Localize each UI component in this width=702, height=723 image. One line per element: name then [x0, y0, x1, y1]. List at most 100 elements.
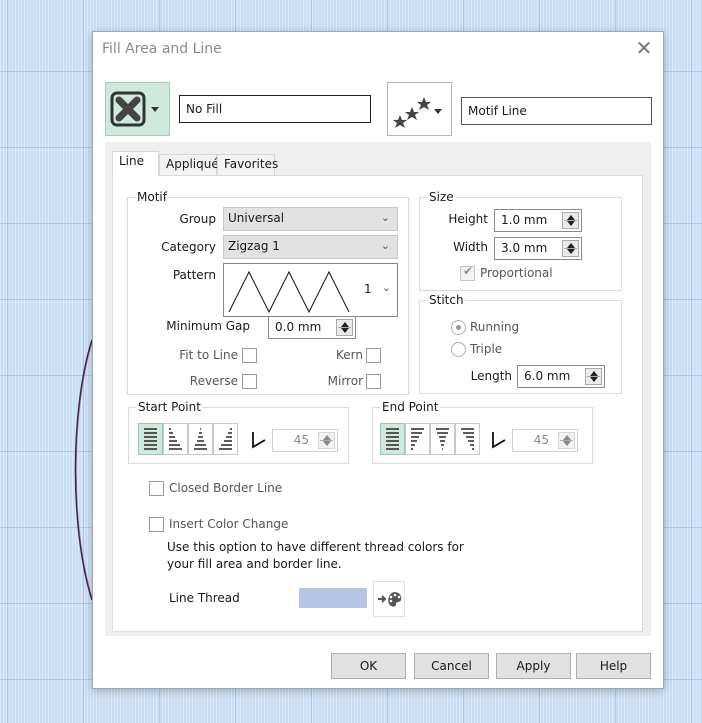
end-center-taper-button[interactable] — [430, 423, 455, 455]
start-angle-value: 45 — [293, 433, 309, 447]
pattern-label: Pattern — [172, 268, 216, 282]
running-radio[interactable] — [451, 320, 466, 335]
line-thread-color-swatch[interactable] — [299, 588, 367, 608]
zigzag-pattern-preview — [228, 270, 350, 314]
minimum-gap-spinner[interactable]: 0.0 mm — [268, 316, 356, 339]
start-square-button[interactable] — [138, 423, 163, 455]
stitch-group: Stitch Running Triple Length 6.0 mm — [419, 293, 622, 394]
end-square-button[interactable] — [380, 423, 405, 455]
insert-color-change-label: Insert Color Change — [169, 517, 289, 531]
no-fill-x-icon — [110, 91, 159, 127]
thread-palette-button[interactable] — [373, 581, 405, 617]
triple-radio[interactable] — [451, 342, 466, 357]
line-type-dropdown-button[interactable] — [387, 82, 452, 136]
size-legend: Size — [427, 190, 456, 204]
help-button[interactable]: Help — [576, 653, 651, 679]
line-name-field[interactable]: Motif Line — [461, 97, 652, 125]
right-taper-icon — [219, 428, 232, 450]
fit-to-line-label: Fit to Line — [179, 348, 238, 362]
pattern-number: 1 — [364, 282, 372, 296]
end-right-taper-button[interactable] — [455, 423, 480, 455]
dialog-title: Fill Area and Line — [102, 41, 222, 57]
start-right-taper-button[interactable] — [213, 423, 238, 455]
dropdown-arrow-icon — [151, 107, 159, 112]
tab-container: Line Appliqué Favorites Motif Group Univ… — [105, 142, 651, 636]
right-taper-icon — [461, 428, 474, 450]
chevron-down-icon: ⌄ — [381, 281, 391, 294]
width-label: Width — [453, 240, 488, 254]
spin-buttons[interactable] — [562, 212, 579, 229]
line-thread-label: Line Thread — [169, 591, 240, 605]
category-select[interactable]: Zigzag 1 ⌄ — [223, 235, 398, 259]
triple-label: Triple — [470, 342, 503, 356]
proportional-label: Proportional — [480, 266, 553, 280]
category-label: Category — [161, 240, 216, 254]
stitch-legend: Stitch — [427, 293, 466, 307]
length-label: Length — [470, 369, 512, 383]
tab-favorites[interactable]: Favorites — [217, 154, 278, 176]
spin-buttons[interactable] — [558, 432, 575, 449]
start-center-taper-button[interactable] — [188, 423, 213, 455]
end-point-legend: End Point — [380, 400, 441, 414]
square-end-icon — [386, 428, 399, 450]
insert-color-change-checkbox[interactable] — [149, 517, 164, 532]
kern-label: Kern — [336, 348, 363, 362]
color-change-description: Use this option to have different thread… — [167, 540, 464, 571]
tab-applique[interactable]: Appliqué — [159, 154, 219, 176]
end-angle-value: 45 — [533, 433, 549, 447]
apply-button[interactable]: Apply — [496, 653, 571, 679]
height-spinner[interactable]: 1.0 mm — [494, 209, 582, 232]
angle-icon — [252, 432, 266, 449]
center-taper-icon — [194, 428, 207, 450]
running-label: Running — [470, 320, 520, 334]
kern-checkbox[interactable] — [366, 348, 381, 363]
reverse-checkbox[interactable] — [242, 374, 257, 389]
start-angle-spinner[interactable]: 45 — [272, 429, 338, 452]
spin-buttons[interactable] — [585, 368, 602, 385]
square-end-icon — [144, 428, 157, 450]
close-icon[interactable]: ✕ — [633, 38, 655, 60]
fit-to-line-checkbox[interactable] — [242, 348, 257, 363]
width-spinner[interactable]: 3.0 mm — [494, 237, 582, 260]
fill-type-dropdown-button[interactable] — [105, 82, 170, 136]
end-point-group: End Point 45 — [372, 400, 593, 464]
motif-group: Motif Group Universal ⌄ Category Zigzag … — [127, 190, 409, 395]
group-label: Group — [179, 212, 216, 226]
angle-icon — [492, 432, 506, 449]
end-left-taper-button[interactable] — [405, 423, 430, 455]
spin-buttons[interactable] — [318, 432, 335, 449]
closed-border-line-checkbox[interactable] — [149, 481, 164, 496]
start-left-taper-button[interactable] — [163, 423, 188, 455]
width-value: 3.0 mm — [501, 241, 548, 255]
size-group: Size Height 1.0 mm Width 3.0 mm Proporti… — [419, 190, 622, 291]
proportional-checkbox[interactable] — [460, 264, 475, 281]
palette-arrow-icon — [378, 592, 402, 607]
fill-area-and-line-dialog: Fill Area and Line ✕ No Fill Motif Line … — [92, 31, 664, 689]
end-angle-spinner[interactable]: 45 — [512, 429, 578, 452]
length-value: 6.0 mm — [524, 369, 571, 383]
start-point-legend: Start Point — [136, 400, 203, 414]
pattern-select[interactable]: 1 ⌄ — [223, 263, 398, 317]
cancel-button[interactable]: Cancel — [414, 653, 489, 679]
spin-buttons[interactable] — [336, 319, 353, 336]
length-spinner[interactable]: 6.0 mm — [517, 365, 605, 388]
reverse-label: Reverse — [189, 374, 238, 388]
line-tab-panel: Motif Group Universal ⌄ Category Zigzag … — [112, 175, 643, 632]
chevron-down-icon: ⌄ — [380, 239, 390, 252]
closed-border-line-label: Closed Border Line — [169, 481, 283, 495]
group-select[interactable]: Universal ⌄ — [223, 207, 398, 231]
center-taper-icon — [436, 428, 449, 450]
start-point-group: Start Point 45 — [128, 400, 349, 464]
mirror-checkbox[interactable] — [366, 374, 381, 389]
left-taper-icon — [169, 428, 182, 450]
ok-button[interactable]: OK — [331, 653, 406, 679]
mirror-label: Mirror — [327, 374, 363, 388]
spin-buttons[interactable] — [562, 240, 579, 257]
height-value: 1.0 mm — [501, 213, 548, 227]
fill-name-field[interactable]: No Fill — [179, 95, 371, 123]
category-select-value: Zigzag 1 — [228, 239, 280, 253]
motif-legend: Motif — [135, 190, 169, 204]
group-select-value: Universal — [228, 211, 285, 225]
tab-line[interactable]: Line — [112, 151, 159, 176]
motif-stars-icon — [393, 97, 442, 128]
